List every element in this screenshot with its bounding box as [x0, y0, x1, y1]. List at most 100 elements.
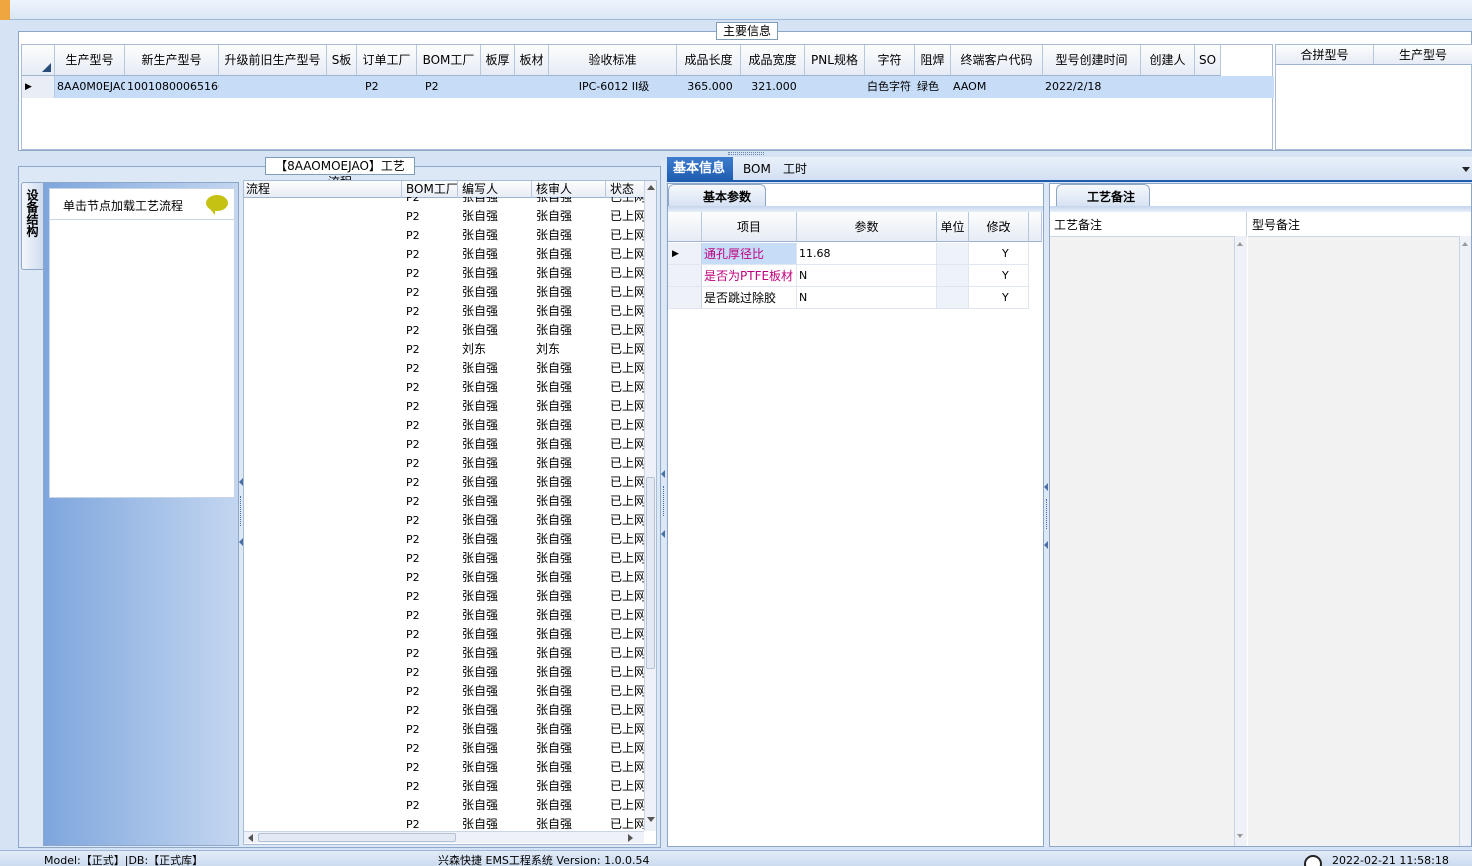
- tree-cell-reviewer[interactable]: 张自强: [536, 644, 606, 663]
- tree-cell-writer[interactable]: 张自强: [462, 473, 532, 492]
- tree-row[interactable]: 背钻1P2刘东刘东已上网: [244, 340, 646, 359]
- col-header[interactable]: 阻焊: [915, 45, 951, 76]
- table-cell[interactable]: IPC-6012 II级: [549, 76, 677, 98]
- col-header[interactable]: 升级前旧生产型号: [219, 45, 327, 76]
- tree-cell-reviewer[interactable]: 张自强: [536, 511, 606, 530]
- tree-cell-reviewer[interactable]: 张自强: [536, 359, 606, 378]
- table-cell[interactable]: 365.000: [677, 76, 741, 98]
- tree-cell-reviewer[interactable]: 张自强: [536, 473, 606, 492]
- param-row-indicator[interactable]: ▶: [668, 243, 702, 265]
- scroll-down-arrow-icon[interactable]: [647, 817, 655, 822]
- tree-cell-bom[interactable]: P2: [406, 606, 458, 625]
- tree-cell-writer[interactable]: 张自强: [462, 644, 532, 663]
- tab-bom[interactable]: BOM: [737, 157, 777, 181]
- col-header[interactable]: SO: [1195, 45, 1221, 76]
- col-header[interactable]: 成品宽度: [741, 45, 805, 76]
- tree-cell-reviewer[interactable]: 张自强: [536, 226, 606, 245]
- tree-cell-writer[interactable]: 张自强: [462, 682, 532, 701]
- tree-cell-status[interactable]: 已上网: [610, 796, 646, 815]
- tree-cell-status[interactable]: 已上网: [610, 207, 646, 226]
- param-cell-value[interactable]: N: [797, 287, 937, 309]
- tree-row[interactable]: 沉金P2张自强张自强已上网: [244, 739, 646, 758]
- tree-cell-status[interactable]: 已上网: [610, 644, 646, 663]
- tree-cell-reviewer[interactable]: 张自强: [536, 416, 606, 435]
- tree-col-header[interactable]: 流程: [244, 181, 402, 198]
- col-header[interactable]: 生产型号: [55, 45, 125, 76]
- tree-cell-reviewer[interactable]: 张自强: [536, 606, 606, 625]
- table-row[interactable]: 8AA0M0EJA0 10010800065166 P2 P2 IPC-6012 II级…: [55, 76, 1274, 98]
- tree-cell-bom[interactable]: P2: [406, 378, 458, 397]
- tree-cell-status[interactable]: 已上网: [610, 530, 646, 549]
- tree-cell-writer[interactable]: 张自强: [462, 568, 532, 587]
- tree-cell-bom[interactable]: P2: [406, 644, 458, 663]
- tree-row[interactable]: −字符P2张自强张自强已上网: [244, 777, 646, 796]
- tree-row[interactable]: 外层前处理P2张自强张自强已上网: [244, 207, 646, 226]
- tree-cell-writer[interactable]: 张自强: [462, 587, 532, 606]
- col-production-model[interactable]: 生产型号: [1374, 45, 1472, 65]
- tree-col-header[interactable]: 核审人: [532, 181, 606, 198]
- tree-cell-bom[interactable]: P2: [406, 530, 458, 549]
- tree-cell-writer[interactable]: 张自强: [462, 226, 532, 245]
- tree-row[interactable]: 曝光P2张自强张自强已上网: [244, 245, 646, 264]
- tree-cell-status[interactable]: 已上网: [610, 739, 646, 758]
- tree-cell-status[interactable]: 已上网: [610, 197, 646, 207]
- tree-row[interactable]: 字符P2张自强张自强已上网: [244, 796, 646, 815]
- tree-cell-bom[interactable]: P2: [406, 359, 458, 378]
- table-cell[interactable]: AAOM: [951, 76, 1043, 98]
- tree-col-header[interactable]: BOM工厂: [402, 181, 458, 198]
- tree-cell-status[interactable]: 已上网: [610, 435, 646, 454]
- col-modify[interactable]: 修改: [969, 212, 1029, 242]
- table-cell[interactable]: 2022/2/18: [1043, 76, 1141, 98]
- tree-cell-bom[interactable]: P2: [406, 625, 458, 644]
- tree-cell-status[interactable]: 已上网: [610, 568, 646, 587]
- tree-cell-writer[interactable]: 张自强: [462, 739, 532, 758]
- tree-cell-reviewer[interactable]: 张自强: [536, 492, 606, 511]
- tree-row[interactable]: −沉铜1P2张自强张自强已上网: [244, 435, 646, 454]
- tree-cell-writer[interactable]: 张自强: [462, 701, 532, 720]
- tree-row[interactable]: 终固化P2张自强张自强已上网: [244, 815, 646, 829]
- tree-cell-writer[interactable]: 张自强: [462, 530, 532, 549]
- tree-cell-status[interactable]: 已上网: [610, 815, 646, 829]
- tree-cell-bom[interactable]: P2: [406, 435, 458, 454]
- tree-cell-reviewer[interactable]: 刘东: [536, 340, 606, 359]
- param-cell-modify[interactable]: Y: [969, 243, 1029, 265]
- tree-cell-writer[interactable]: 张自强: [462, 511, 532, 530]
- tree-row[interactable]: −阻焊P2张自强张自强已上网: [244, 511, 646, 530]
- tree-cell-bom[interactable]: P2: [406, 796, 458, 815]
- scroll-right-arrow-icon[interactable]: [628, 834, 633, 842]
- tree-cell-status[interactable]: 已上网: [610, 473, 646, 492]
- tree-cell-writer[interactable]: 张自强: [462, 758, 532, 777]
- row-indicator[interactable]: ▶: [22, 76, 55, 98]
- tree-row[interactable]: 退膜P2张自强张自强已上网: [244, 378, 646, 397]
- tree-cell-status[interactable]: 已上网: [610, 321, 646, 340]
- tree-cell-status[interactable]: 已上网: [610, 682, 646, 701]
- tree-cell-writer[interactable]: 张自强: [462, 359, 532, 378]
- tree-cell-writer[interactable]: 张自强: [462, 796, 532, 815]
- table-cell[interactable]: 321.000: [741, 76, 805, 98]
- tree-row[interactable]: 阻焊前处理P2张自强张自强已上网: [244, 530, 646, 549]
- tree-cell-writer[interactable]: 张自强: [462, 283, 532, 302]
- param-cell-modify[interactable]: Y: [969, 287, 1029, 309]
- tree-cell-writer[interactable]: 张自强: [462, 454, 532, 473]
- tree-cell-writer[interactable]: 张自强: [462, 549, 532, 568]
- tree-col-header[interactable]: 状态: [606, 181, 646, 198]
- tree-row[interactable]: 板边包胶P2张自强张自强已上网: [244, 720, 646, 739]
- tree-cell-writer[interactable]: 张自强: [462, 397, 532, 416]
- tree-row[interactable]: −AOI1P2张自强张自强已上网: [244, 473, 646, 492]
- process-remark-box[interactable]: 工艺备注: [1050, 212, 1247, 846]
- tree-cell-writer[interactable]: 张自强: [462, 663, 532, 682]
- tree-cell-bom[interactable]: P2: [406, 321, 458, 340]
- tree-cell-bom[interactable]: P2: [406, 739, 458, 758]
- tree-cell-reviewer[interactable]: 张自强: [536, 663, 606, 682]
- tree-row[interactable]: 退锡P2张自强张自强已上网: [244, 416, 646, 435]
- scroll-up-arrow-icon[interactable]: [1237, 242, 1243, 246]
- scroll-up-arrow-icon[interactable]: [647, 185, 655, 190]
- tree-cell-reviewer[interactable]: 张自强: [536, 283, 606, 302]
- tree-cell-writer[interactable]: 张自强: [462, 720, 532, 739]
- table-cell[interactable]: 绿色: [915, 76, 951, 98]
- tree-cell-bom[interactable]: P2: [406, 197, 458, 207]
- tab-basic-info[interactable]: 基本信息: [667, 157, 733, 181]
- tree-cell-status[interactable]: 已上网: [610, 245, 646, 264]
- tree-cell-bom[interactable]: P2: [406, 245, 458, 264]
- scroll-h-thumb[interactable]: [258, 833, 456, 842]
